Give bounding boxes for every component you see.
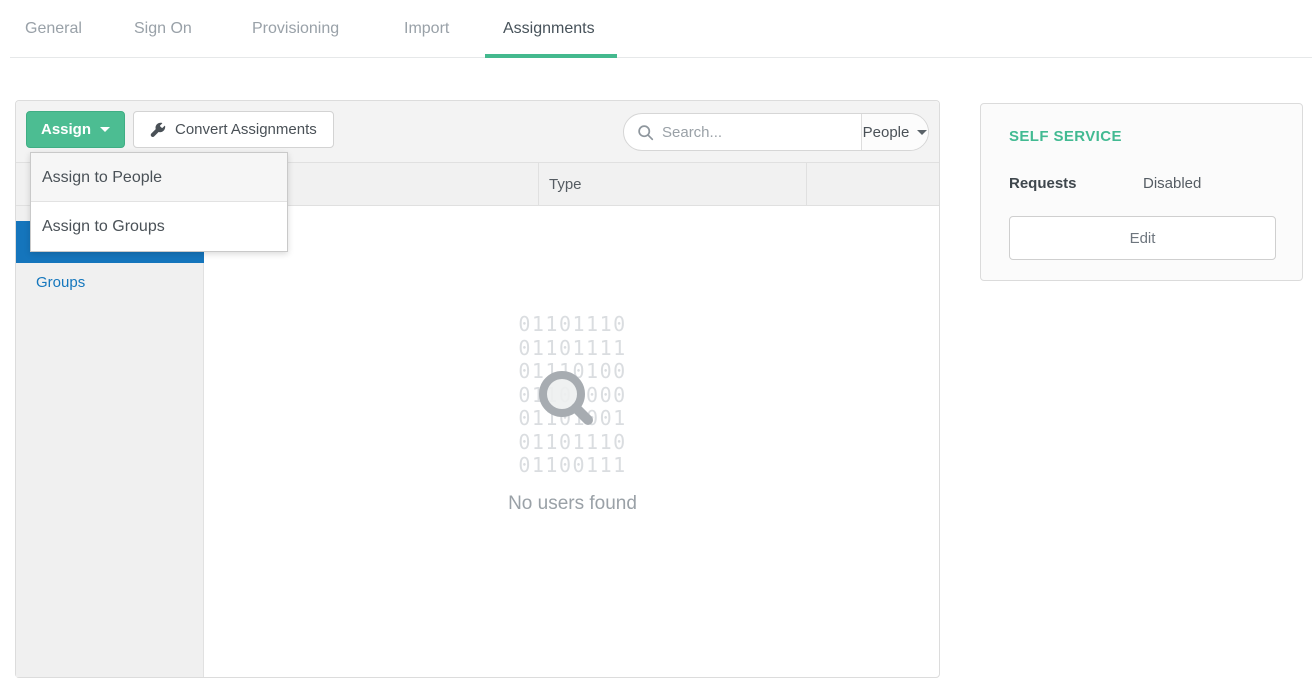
requests-label: Requests	[1009, 175, 1077, 192]
caret-down-icon	[100, 127, 110, 132]
tab-sign-on[interactable]: Sign On	[134, 20, 192, 38]
assignments-filter-sidebar: Groups	[16, 206, 204, 677]
menu-item-assign-to-people[interactable]: Assign to People	[31, 153, 287, 202]
assign-button-label: Assign	[41, 121, 91, 138]
search-scope-label: People	[863, 124, 910, 141]
caret-down-icon	[917, 130, 927, 135]
column-divider	[538, 163, 539, 206]
column-divider	[806, 163, 807, 206]
menu-item-assign-to-groups[interactable]: Assign to Groups	[31, 202, 287, 251]
self-service-title: SELF SERVICE	[1009, 128, 1122, 145]
wrench-icon	[150, 122, 166, 138]
type-column-header: Type	[549, 163, 582, 206]
convert-assignments-label: Convert Assignments	[175, 121, 317, 138]
search-segment	[624, 114, 861, 150]
tab-general[interactable]: General	[25, 20, 82, 38]
search-input[interactable]	[662, 124, 861, 141]
sidebar-item-groups[interactable]: Groups	[16, 263, 204, 303]
edit-button[interactable]: Edit	[1009, 216, 1276, 260]
assign-dropdown-menu: Assign to People Assign to Groups	[30, 152, 288, 252]
requests-value: Disabled	[1143, 175, 1201, 192]
search-scope-dropdown[interactable]: People	[861, 114, 928, 150]
empty-state-message: No users found	[204, 493, 941, 515]
tab-provisioning[interactable]: Provisioning	[252, 20, 339, 38]
self-service-panel: SELF SERVICE Requests Disabled Edit	[980, 103, 1303, 281]
binary-row: 01100111	[204, 454, 941, 478]
convert-assignments-button[interactable]: Convert Assignments	[133, 111, 334, 148]
binary-row: 01101110	[204, 431, 941, 455]
tab-import[interactable]: Import	[404, 20, 449, 38]
search-icon	[637, 124, 654, 141]
tabbar-divider	[10, 57, 1312, 58]
active-tab-underline	[485, 54, 617, 58]
tab-assignments[interactable]: Assignments	[503, 20, 595, 38]
edit-button-label: Edit	[1130, 230, 1156, 247]
binary-row: 01101110	[204, 313, 941, 337]
search-control: People	[623, 113, 929, 151]
assign-button[interactable]: Assign	[26, 111, 125, 148]
magnifier-icon	[537, 369, 595, 432]
binary-row: 01101111	[204, 337, 941, 361]
